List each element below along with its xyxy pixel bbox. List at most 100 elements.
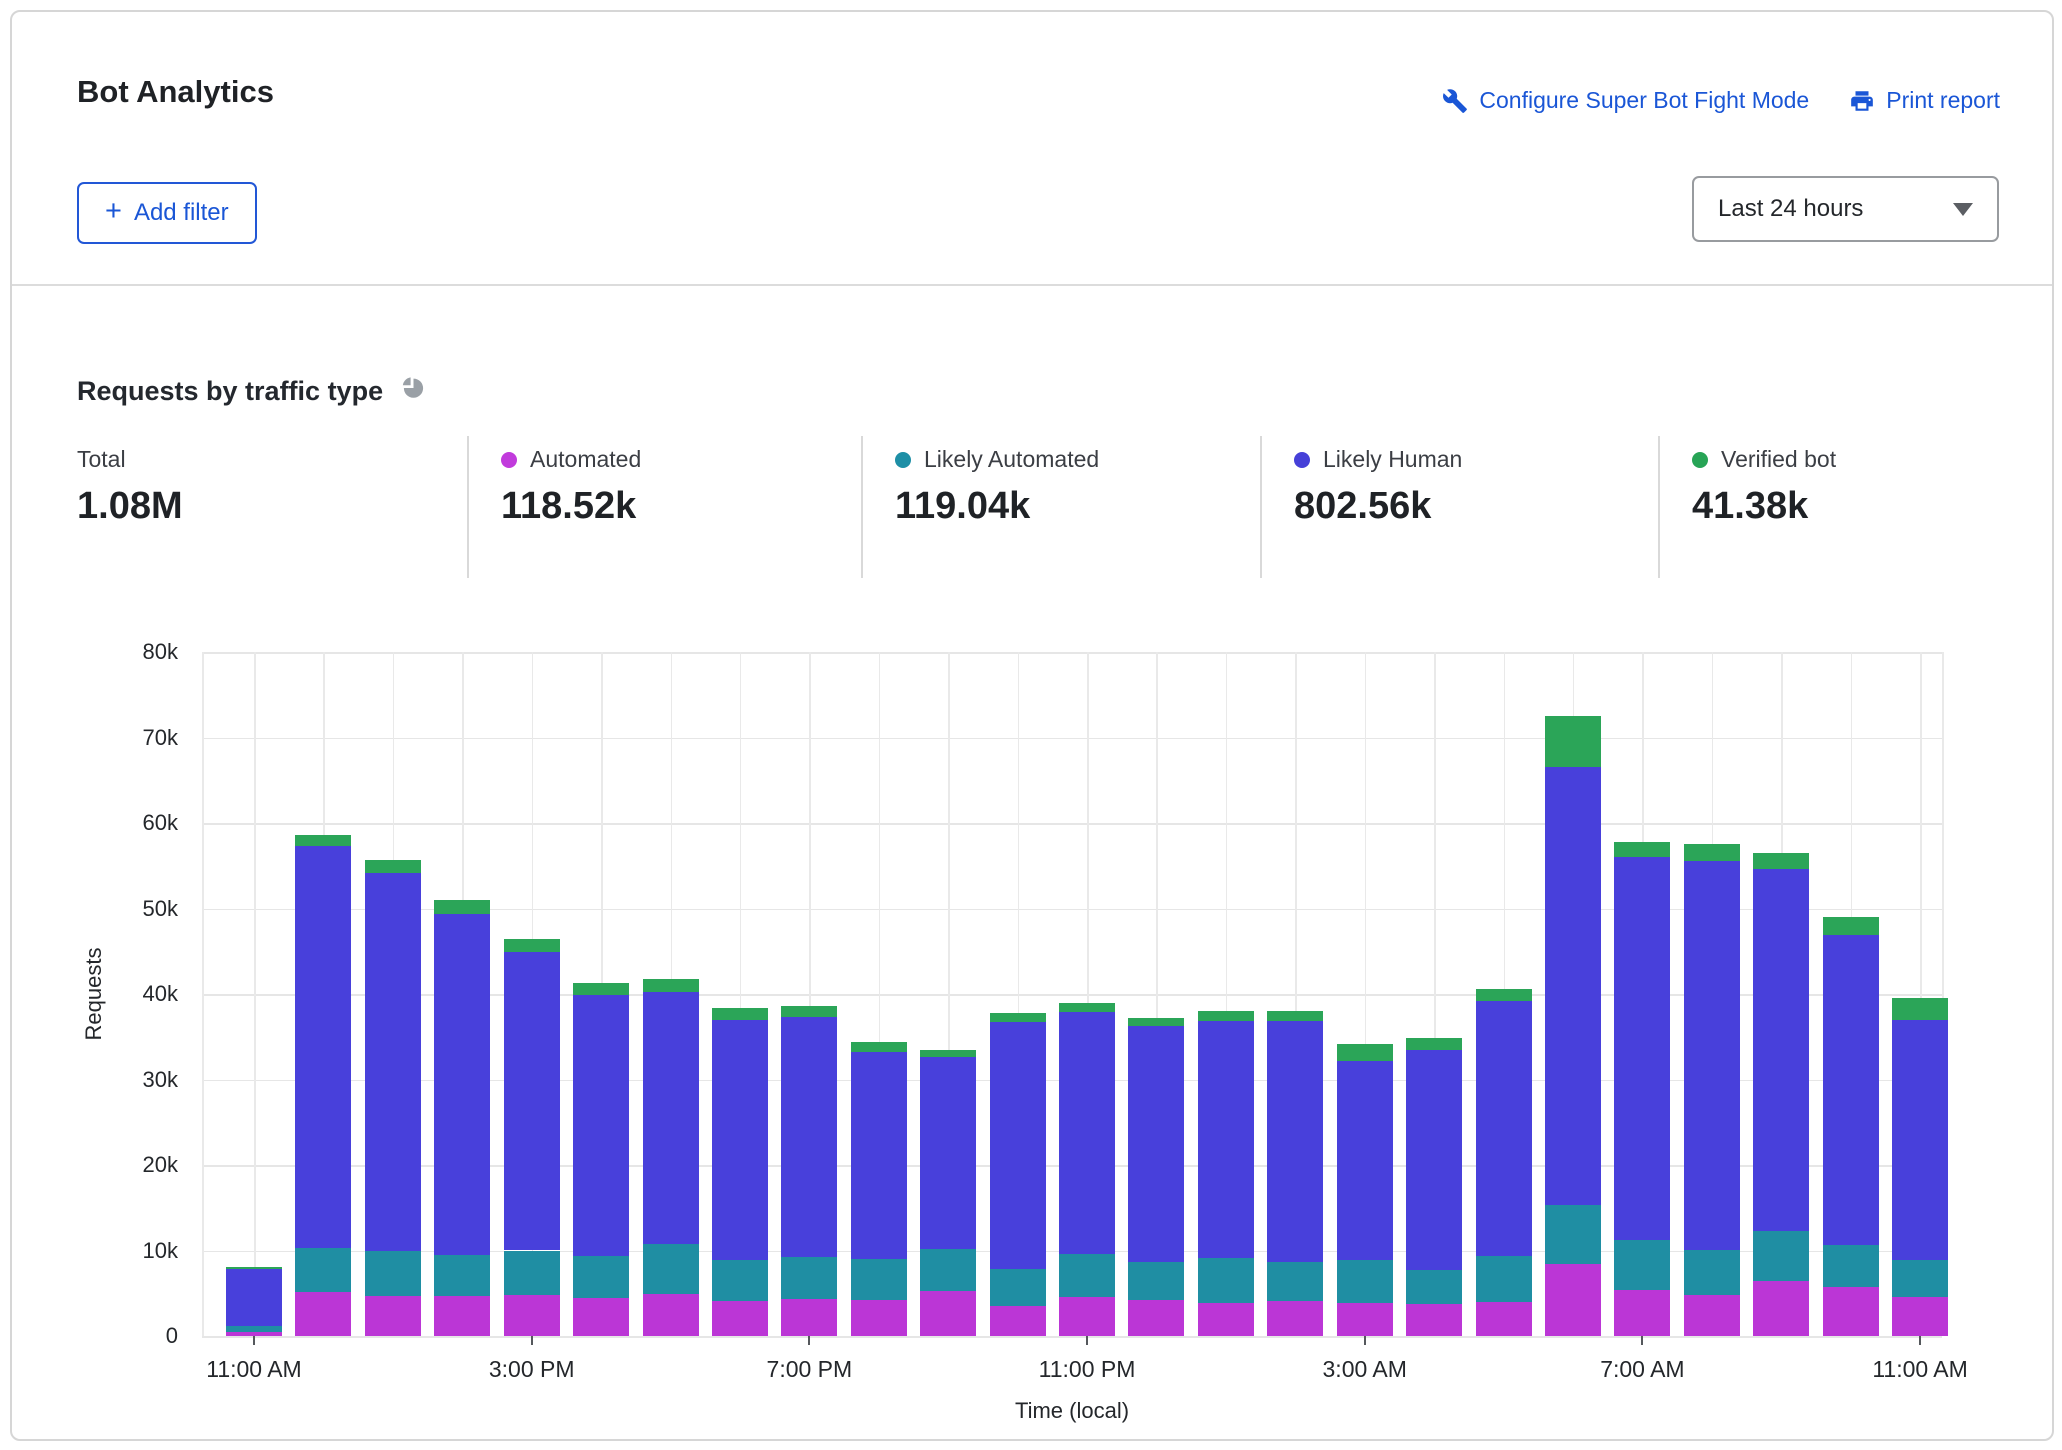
gridline-vertical: [1942, 652, 1944, 1336]
bar-segment-automated: [1614, 1290, 1670, 1336]
bar-segment-verified-bot: [365, 860, 421, 874]
y-tick-label: 40k: [12, 981, 178, 1007]
bar-segment-automated: [1545, 1264, 1601, 1336]
add-filter-label: Add filter: [134, 199, 229, 227]
gridline-horizontal: [202, 823, 1942, 825]
plus-icon: +: [105, 197, 122, 226]
gridline-horizontal: [202, 1251, 1942, 1253]
gridline-vertical: [1295, 652, 1297, 1336]
bar-segment-likely-human: [1892, 1020, 1948, 1260]
bar-segment-verified-bot: [1476, 989, 1532, 1001]
bar-segment-automated: [226, 1332, 282, 1336]
bar-segment-verified-bot: [1267, 1011, 1323, 1021]
gridline-vertical: [671, 652, 673, 1336]
bar-segment-verified-bot: [1753, 853, 1809, 869]
y-tick-label: 80k: [12, 639, 178, 665]
likely-automated-dot: [895, 452, 911, 468]
bar-segment-verified-bot: [1545, 716, 1601, 767]
stat-automated: Automated 118.52k: [467, 436, 861, 578]
bar-segment-likely-human: [920, 1057, 976, 1249]
stat-total-label: Total: [77, 446, 126, 473]
bar-segment-likely-automated: [1406, 1270, 1462, 1303]
stat-likely-human-value: 802.56k: [1294, 485, 1658, 528]
bar-segment-likely-human: [573, 995, 629, 1257]
bar-segment-likely-human: [1823, 935, 1879, 1245]
section-title-label: Requests by traffic type: [77, 376, 383, 407]
y-tick-label: 30k: [12, 1067, 178, 1093]
page-title: Bot Analytics: [77, 74, 274, 110]
bar-segment-likely-automated: [1337, 1260, 1393, 1303]
bar-segment-likely-human: [1267, 1021, 1323, 1262]
configure-super-bot-fight-mode-link[interactable]: Configure Super Bot Fight Mode: [1442, 87, 1809, 114]
bar-segment-likely-automated: [1128, 1262, 1184, 1300]
gridline-horizontal: [202, 738, 1942, 740]
bar-segment-automated: [1406, 1304, 1462, 1336]
y-tick-label: 0: [12, 1323, 178, 1349]
bar-segment-likely-automated: [573, 1256, 629, 1297]
bar-segment-verified-bot: [226, 1267, 282, 1270]
bar-segment-likely-automated: [295, 1248, 351, 1292]
add-filter-button[interactable]: + Add filter: [77, 182, 257, 244]
bar-segment-likely-automated: [1476, 1256, 1532, 1302]
bar-segment-verified-bot: [1128, 1018, 1184, 1027]
bar-segment-automated: [365, 1296, 421, 1336]
print-report-link[interactable]: Print report: [1849, 87, 2000, 114]
bar-segment-automated: [781, 1299, 837, 1336]
stat-likely-automated: Likely Automated 119.04k: [861, 436, 1260, 578]
stat-automated-label: Automated: [530, 446, 641, 473]
gridline-vertical: [1434, 652, 1436, 1336]
print-link-label: Print report: [1886, 87, 2000, 114]
gridline-horizontal: [202, 1336, 1942, 1338]
bar-segment-likely-automated: [851, 1259, 907, 1300]
bar-segment-verified-bot: [295, 835, 351, 846]
x-tick-label: 3:00 PM: [452, 1356, 612, 1383]
gridline-vertical: [202, 652, 204, 1336]
bar-segment-likely-human: [781, 1017, 837, 1257]
time-range-value: Last 24 hours: [1718, 195, 1863, 223]
gridline-vertical: [1712, 652, 1714, 1336]
y-tick-label: 50k: [12, 896, 178, 922]
bar-segment-likely-automated: [226, 1326, 282, 1332]
gridline-vertical: [254, 652, 256, 1336]
automated-dot: [501, 452, 517, 468]
gridline-horizontal: [202, 994, 1942, 996]
x-tick: [808, 1336, 810, 1345]
stat-verified-bot: Verified bot 41.38k: [1658, 436, 2002, 578]
bar-segment-automated: [1892, 1297, 1948, 1336]
bar-segment-likely-human: [365, 873, 421, 1251]
bar-segment-verified-bot: [712, 1008, 768, 1020]
bar-segment-automated: [990, 1306, 1046, 1336]
bar-segment-automated: [1337, 1303, 1393, 1336]
bar-segment-likely-automated: [712, 1260, 768, 1301]
gridline-vertical: [393, 652, 395, 1336]
printer-icon: [1849, 88, 1875, 114]
gridline-vertical: [948, 652, 950, 1336]
x-tick-label: 11:00 AM: [1840, 1356, 2000, 1383]
bar-segment-likely-human: [295, 846, 351, 1248]
time-range-select[interactable]: Last 24 hours: [1692, 176, 1999, 242]
bar-segment-likely-human: [1128, 1026, 1184, 1262]
bar-segment-likely-human: [1753, 869, 1809, 1231]
bar-segment-likely-human: [1614, 857, 1670, 1240]
bar-segment-verified-bot: [1198, 1011, 1254, 1021]
bar-segment-verified-bot: [990, 1013, 1046, 1022]
x-tick: [1641, 1336, 1643, 1345]
chevron-down-icon: [1953, 203, 1973, 216]
gridline-vertical: [1156, 652, 1158, 1336]
gridline-vertical: [879, 652, 881, 1336]
x-tick: [253, 1336, 255, 1345]
x-tick: [531, 1336, 533, 1345]
gridline-horizontal: [202, 1080, 1942, 1082]
bar-segment-likely-automated: [781, 1257, 837, 1299]
gridline-horizontal: [202, 652, 1942, 654]
bar-segment-verified-bot: [851, 1042, 907, 1052]
x-axis-title: Time (local): [872, 1398, 1272, 1424]
bar-segment-verified-bot: [434, 900, 490, 915]
bar-segment-verified-bot: [643, 979, 699, 993]
bar-segment-likely-human: [1476, 1001, 1532, 1256]
header-links: Configure Super Bot Fight Mode Print rep…: [1442, 87, 2000, 114]
gridline-horizontal: [202, 909, 1942, 911]
stat-likely-automated-label: Likely Automated: [924, 446, 1099, 473]
gridline-vertical: [1642, 652, 1644, 1336]
bar-segment-likely-automated: [1198, 1258, 1254, 1302]
